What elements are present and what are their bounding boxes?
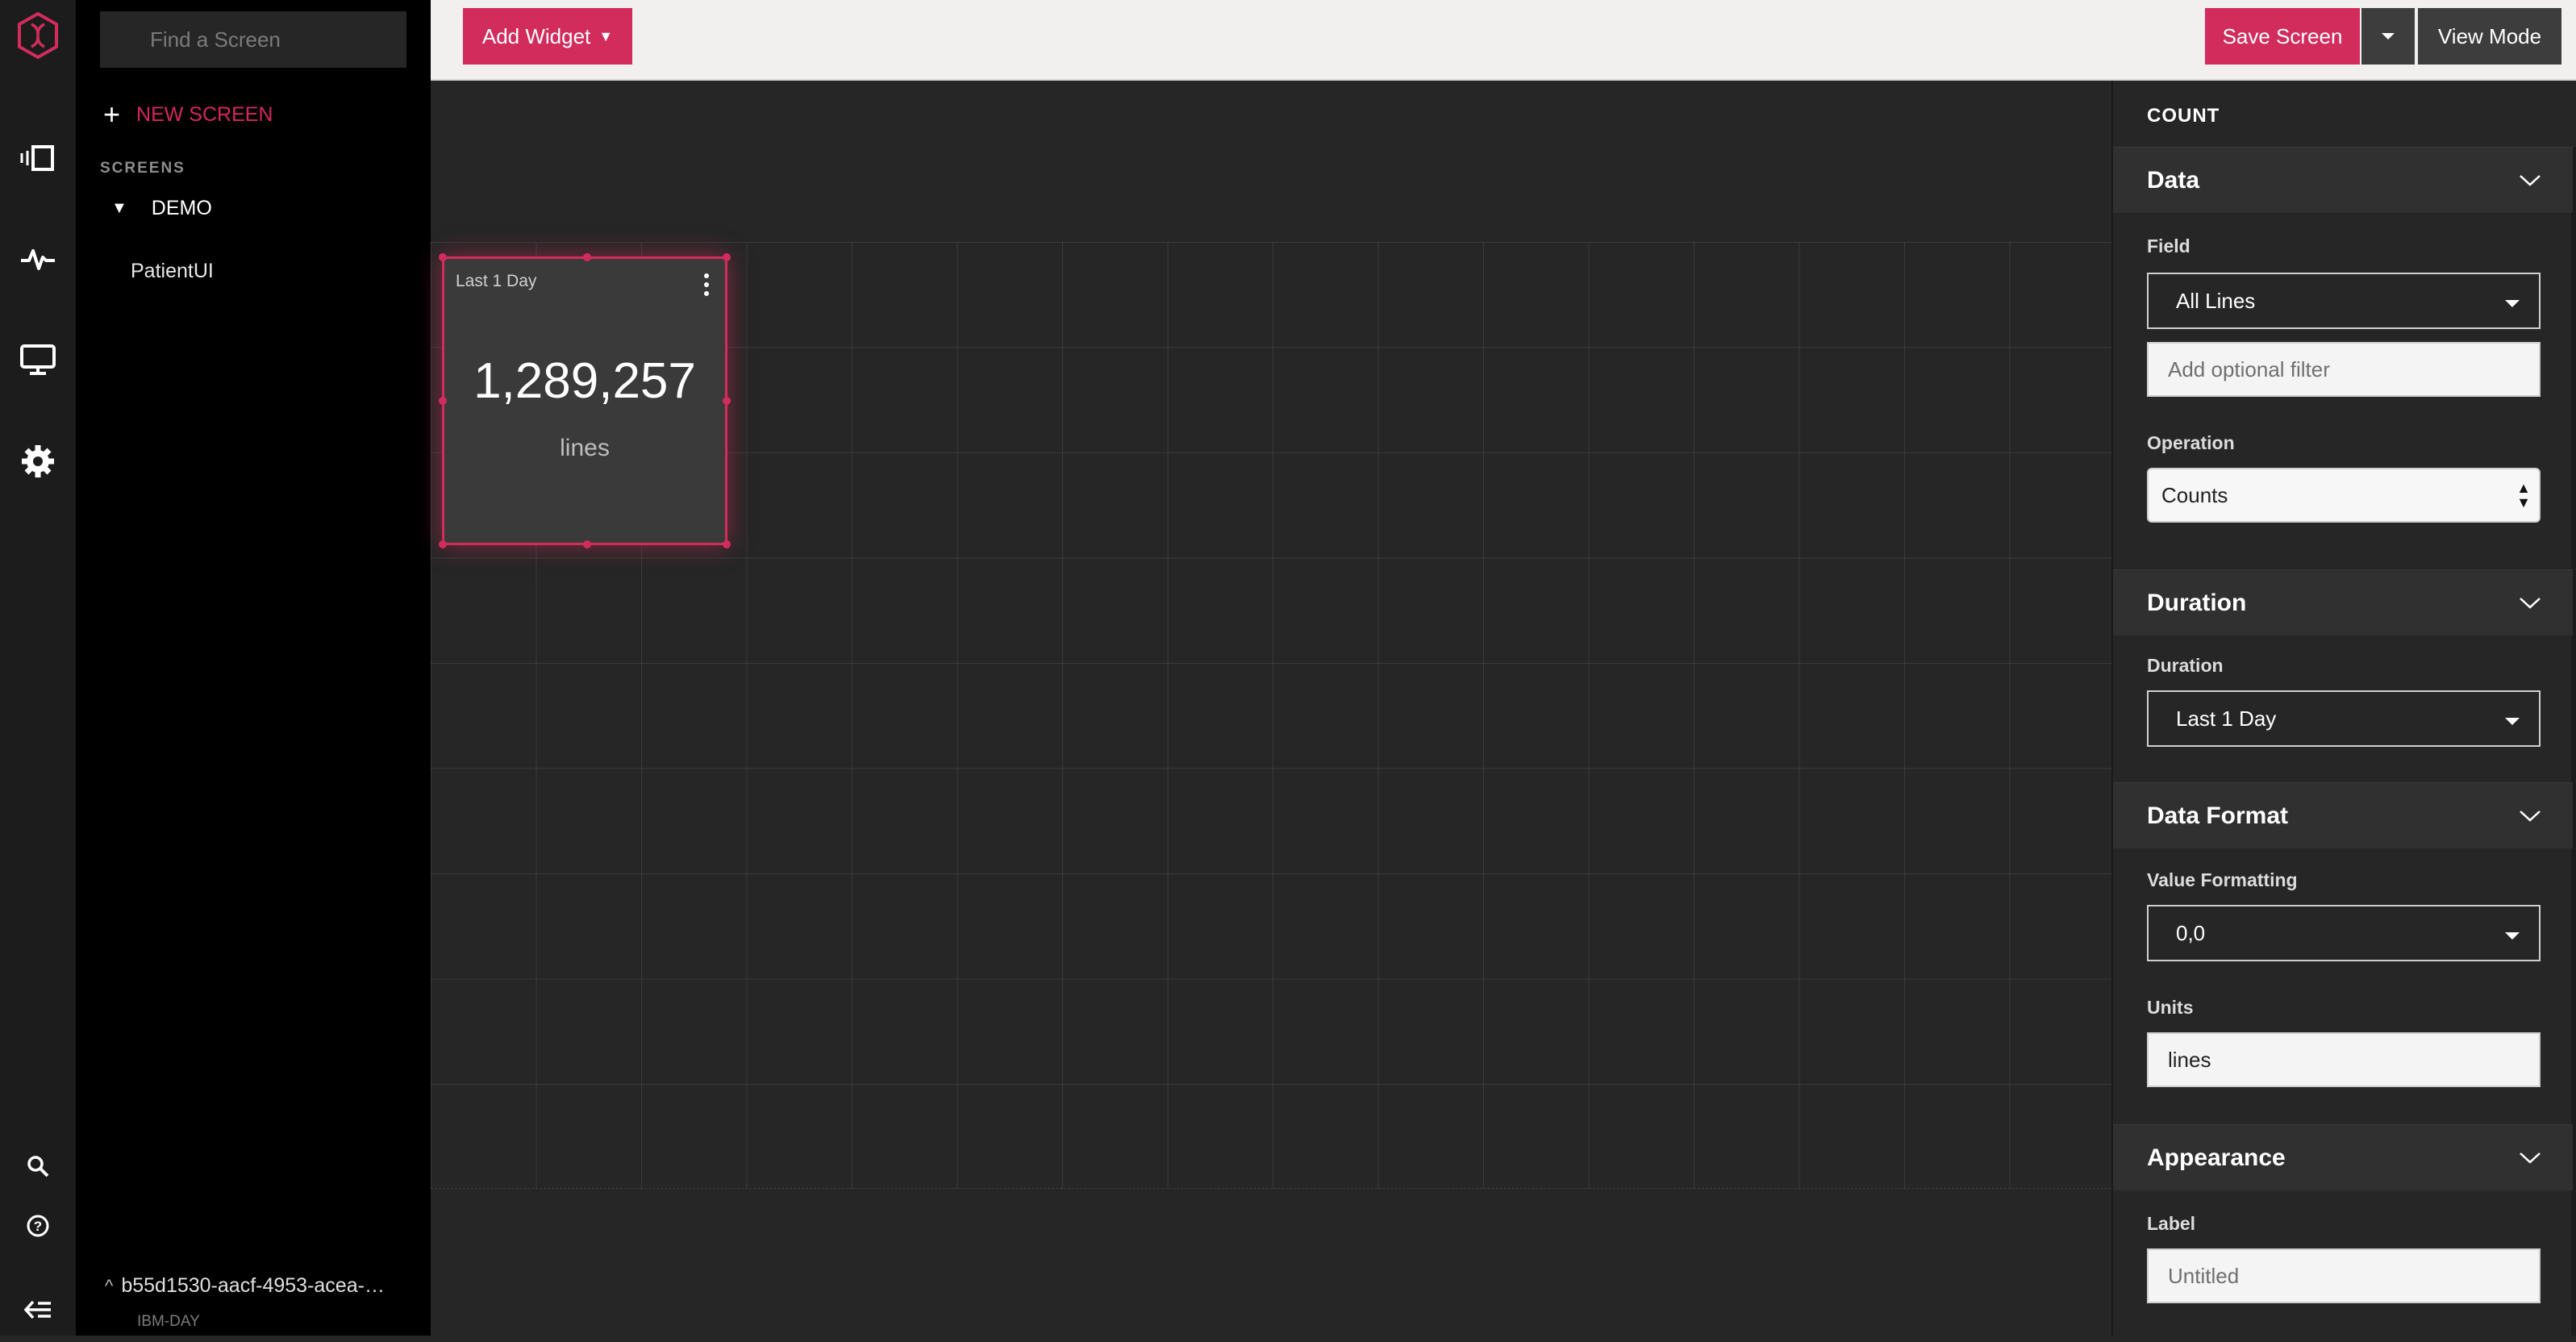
count-widget[interactable]: Last 1 Day 1,289,257 lines bbox=[439, 253, 731, 548]
label-input[interactable] bbox=[2147, 1248, 2541, 1303]
duration-select-value: Last 1 Day bbox=[2176, 706, 2277, 731]
operation-select[interactable]: Counts ▲ ▼ bbox=[2147, 468, 2541, 523]
value-formatting-select[interactable]: 0,0 bbox=[2147, 905, 2541, 961]
tenant-id: b55d1530-aacf-4953-acea-… bbox=[121, 1274, 385, 1297]
section-title: Duration bbox=[2147, 589, 2247, 616]
activity-icon[interactable] bbox=[0, 226, 76, 290]
help-icon[interactable]: ? bbox=[0, 1194, 76, 1258]
folder-label: DEMO bbox=[151, 197, 212, 219]
view-mode-button[interactable]: View Mode bbox=[2418, 8, 2561, 65]
new-screen-label: NEW SCREEN bbox=[136, 102, 273, 126]
section-duration-header[interactable]: Duration bbox=[2113, 569, 2573, 636]
screens-sidebar: + NEW SCREEN SCREENS ▼ DEMO PatientUI ^ b… bbox=[76, 0, 431, 1336]
kebab-menu-icon[interactable] bbox=[702, 273, 711, 301]
label-field-label: Label bbox=[2147, 1213, 2196, 1234]
caret-down-icon bbox=[2382, 33, 2395, 40]
units-input[interactable] bbox=[2147, 1032, 2541, 1087]
section-title: Data bbox=[2147, 166, 2200, 194]
icon-rail: ? bbox=[0, 0, 76, 1336]
resize-handle[interactable] bbox=[583, 253, 591, 261]
resize-handle[interactable] bbox=[723, 253, 731, 261]
value-formatting-value: 0,0 bbox=[2176, 920, 2206, 945]
new-screen-button[interactable]: + NEW SCREEN bbox=[103, 97, 273, 132]
chevron-down-icon bbox=[2520, 810, 2541, 822]
triangle-down-icon: ▼ bbox=[111, 199, 127, 217]
caret-down-icon bbox=[2505, 718, 2520, 725]
caret-down-icon bbox=[2505, 300, 2520, 307]
field-select-value: All Lines bbox=[2176, 288, 2256, 313]
operation-label: Operation bbox=[2147, 432, 2235, 453]
widget-value: 1,289,257 bbox=[473, 353, 696, 409]
search-icon[interactable] bbox=[0, 1134, 76, 1198]
collapse-icon[interactable] bbox=[0, 1277, 76, 1342]
duration-select[interactable]: Last 1 Day bbox=[2147, 690, 2541, 747]
chevron-up-icon: ^ bbox=[105, 1276, 114, 1296]
svg-text:?: ? bbox=[34, 1219, 42, 1234]
units-label: Units bbox=[2147, 997, 2194, 1018]
field-select[interactable]: All Lines bbox=[2147, 273, 2541, 329]
top-toolbar: Add Widget ▼ Save Screen View Mode bbox=[431, 0, 2576, 81]
add-widget-button[interactable]: Add Widget ▼ bbox=[463, 8, 632, 65]
screen-canvas[interactable]: Last 1 Day 1,289,257 lines bbox=[431, 81, 2111, 1336]
screens-heading: SCREENS bbox=[100, 160, 185, 177]
resize-handle[interactable] bbox=[439, 540, 447, 548]
chevron-down-icon bbox=[2520, 597, 2541, 609]
field-label: Field bbox=[2147, 235, 2190, 256]
properties-panel: COUNT Data Field All Lines Operation Cou… bbox=[2111, 81, 2576, 1336]
plus-icon: + bbox=[103, 98, 121, 131]
folder-demo[interactable]: ▼ DEMO bbox=[111, 197, 212, 220]
section-appearance-header[interactable]: Appearance bbox=[2113, 1124, 2573, 1190]
section-data-header[interactable]: Data bbox=[2113, 147, 2573, 213]
settings-icon[interactable] bbox=[0, 429, 76, 494]
app-logo-icon[interactable] bbox=[0, 3, 76, 68]
save-screen-button[interactable]: Save Screen bbox=[2205, 8, 2360, 65]
section-data-format-header[interactable]: Data Format bbox=[2113, 782, 2573, 848]
panel-title: COUNT bbox=[2147, 105, 2220, 127]
operation-select-value: Counts bbox=[2161, 482, 2228, 507]
caret-down-icon: ▼ bbox=[598, 27, 614, 44]
add-widget-label: Add Widget bbox=[481, 23, 591, 48]
monitor-icon[interactable] bbox=[0, 327, 76, 392]
chevron-down-icon bbox=[2520, 1152, 2541, 1164]
value-formatting-label: Value Formatting bbox=[2147, 869, 2298, 890]
section-title: Appearance bbox=[2147, 1144, 2286, 1171]
tenant-org: IBM-DAY bbox=[137, 1313, 200, 1330]
save-options-dropdown[interactable] bbox=[2361, 8, 2415, 65]
resize-handle[interactable] bbox=[723, 540, 731, 548]
screens-icon[interactable] bbox=[0, 126, 76, 190]
up-down-arrows-icon: ▲ ▼ bbox=[2516, 480, 2531, 511]
resize-handle[interactable] bbox=[439, 253, 447, 261]
filter-input[interactable] bbox=[2147, 342, 2541, 397]
find-screen-input[interactable] bbox=[100, 11, 406, 68]
widget-units: lines bbox=[560, 435, 610, 461]
duration-label: Duration bbox=[2147, 655, 2224, 676]
tenant-selector[interactable]: ^ b55d1530-aacf-4953-acea-… bbox=[105, 1274, 385, 1298]
resize-handle[interactable] bbox=[583, 540, 591, 548]
chevron-down-icon bbox=[2520, 174, 2541, 186]
section-title: Data Format bbox=[2147, 802, 2289, 829]
screen-item-patientui[interactable]: PatientUI bbox=[131, 260, 214, 283]
widget-duration: Last 1 Day bbox=[456, 272, 537, 290]
caret-down-icon bbox=[2505, 932, 2520, 940]
